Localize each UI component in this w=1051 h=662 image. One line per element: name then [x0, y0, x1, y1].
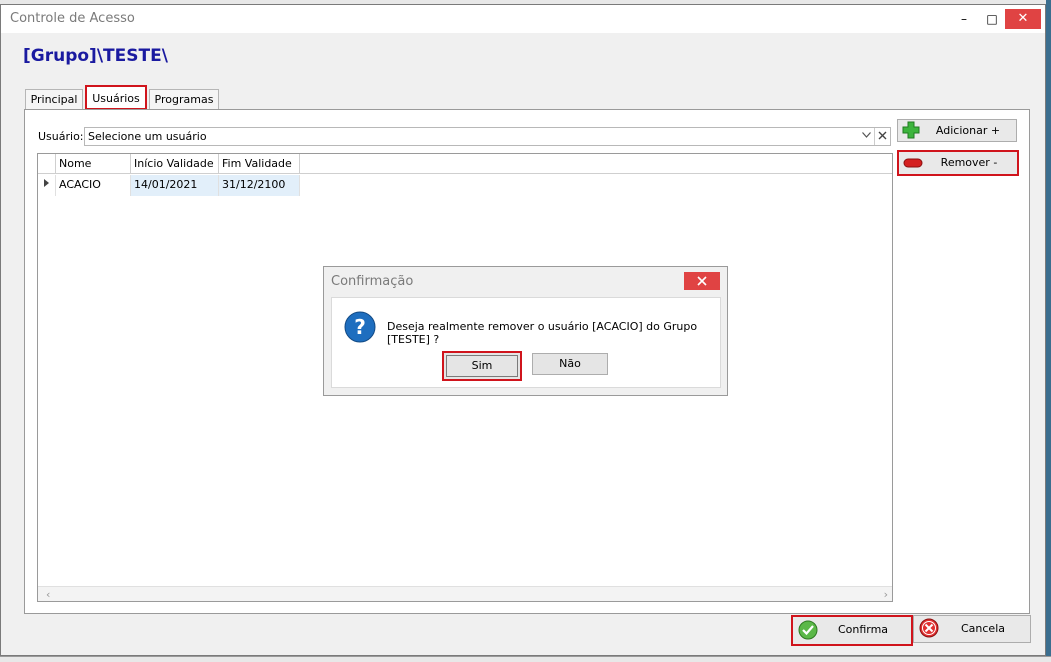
svg-text:?: ? [354, 315, 366, 339]
column-header-fim-validade[interactable]: Fim Validade [219, 154, 300, 174]
tab-principal-label: Principal [30, 93, 78, 106]
grid-header-indicator [38, 154, 56, 174]
cell-inicio-validade[interactable]: 14/01/2021 [131, 175, 219, 196]
tab-principal[interactable]: Principal [25, 89, 83, 109]
tab-usuarios-label: Usuários [92, 92, 140, 105]
add-user-button[interactable]: Adicionar + [897, 119, 1017, 142]
add-user-label: Adicionar + [935, 124, 1001, 137]
clear-icon[interactable] [874, 128, 890, 145]
minimize-button[interactable]: – [953, 9, 975, 29]
row-indicator-icon [38, 175, 56, 196]
chevron-down-icon[interactable] [858, 128, 874, 145]
question-icon: ? [344, 311, 376, 343]
plus-icon [902, 121, 920, 139]
scroll-left-icon[interactable]: ‹ [46, 587, 50, 602]
column-header-inicio-validade[interactable]: Início Validade [131, 154, 219, 174]
yes-button[interactable]: Sim [442, 351, 522, 381]
tab-usuarios[interactable]: Usuários [85, 85, 147, 110]
cell-fim-validade[interactable]: 31/12/2100 [219, 175, 300, 196]
minus-icon [903, 155, 923, 173]
dialog-body: ? Deseja realmente remover o usuário [AC… [331, 297, 721, 388]
no-button[interactable]: Não [532, 353, 608, 375]
confirmation-dialog: Confirmação ? Deseja realmente remover o… [323, 266, 728, 396]
remove-user-button[interactable]: Remover - [897, 150, 1019, 176]
cancel-button[interactable]: Cancela [913, 615, 1031, 643]
background-desktop-edge [1046, 0, 1051, 662]
dialog-close-button[interactable] [684, 272, 720, 290]
dialog-title: Confirmação [331, 274, 414, 289]
cancel-icon [919, 618, 939, 638]
tab-programas[interactable]: Programas [149, 89, 219, 109]
confirm-button[interactable]: Confirma [791, 615, 913, 646]
window-title: Controle de Acesso [10, 11, 135, 26]
yes-button-inner: Sim [446, 355, 518, 377]
table-row[interactable]: ACACIO 14/01/2021 31/12/2100 [38, 175, 300, 196]
horizontal-scrollbar[interactable]: ‹ › [38, 586, 892, 601]
dialog-message: Deseja realmente remover o usuário [ACAC… [387, 320, 698, 346]
background-window-bottom [0, 656, 1051, 662]
column-header-nome[interactable]: Nome [56, 154, 131, 174]
user-select-value: Selecione um usuário [88, 130, 207, 143]
remove-user-label: Remover - [940, 156, 998, 169]
grid-header: Nome Início Validade Fim Validade [38, 154, 892, 174]
cell-nome[interactable]: ACACIO [56, 175, 131, 196]
maximize-button[interactable]: □ [981, 9, 1003, 29]
scroll-right-icon[interactable]: › [884, 587, 888, 602]
group-title: [Grupo]\TESTE\ [23, 46, 168, 66]
user-filter-label: Usuário: [38, 130, 84, 143]
user-select[interactable]: Selecione um usuário [84, 127, 891, 146]
cancel-label: Cancela [960, 622, 1005, 635]
checkmark-icon [798, 620, 818, 640]
confirm-label: Confirma [837, 623, 889, 636]
tab-programas-label: Programas [154, 93, 214, 106]
title-bar[interactable]: Controle de Acesso – □ ✕ [1, 5, 1045, 33]
close-button[interactable]: ✕ [1005, 9, 1041, 29]
